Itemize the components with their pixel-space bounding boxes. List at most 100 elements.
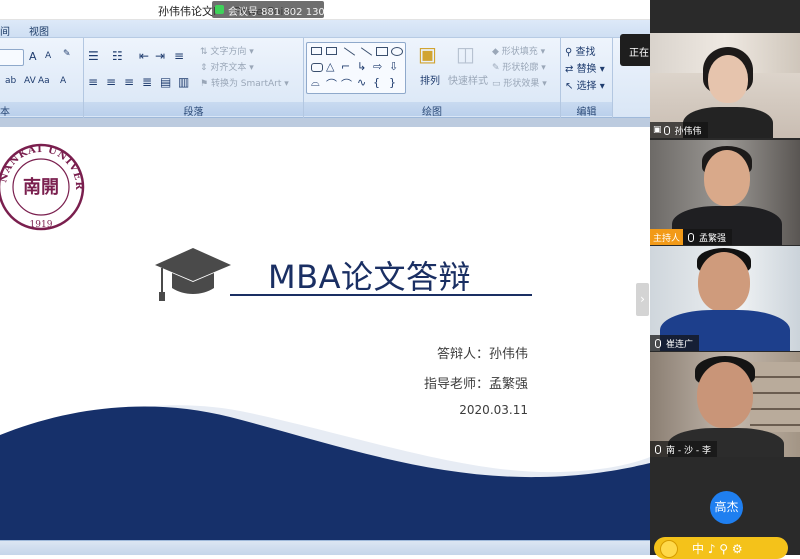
arrange-icon[interactable]: ▣ <box>418 42 437 66</box>
distribute-icon[interactable]: ▤ <box>160 75 171 89</box>
participant-face <box>698 252 750 312</box>
emoji-icon[interactable] <box>660 540 678 558</box>
clear-format-icon[interactable]: ✎ <box>63 49 71 59</box>
screen-share-icon: ▣ <box>653 125 662 135</box>
meeting-id-text: 会议号 881 802 130 <box>228 7 325 18</box>
graduation-cap-icon <box>155 248 231 301</box>
paragraph-group: ☰ ☷ ⇤ ⇥ ≡ ≡ ≡ ≡ ≣ ▤ ▥ ⇅ 文字方向 ▾ ⇕ 对齐文本 ▾ … <box>84 38 304 118</box>
select-button[interactable]: ↖ 选择 ▾ <box>565 77 605 92</box>
shape-fill-button[interactable]: ◆ 形状填充 ▾ <box>492 44 545 57</box>
line-shape-icon[interactable] <box>343 47 356 56</box>
reaction-icons[interactable]: 中 ♪ ⚲ ⚙ <box>692 542 743 556</box>
align-left-icon[interactable]: ≡ <box>88 75 98 89</box>
edit-group: ⚲ 查找 ⇄ 替换 ▾ ↖ 选择 ▾ 编辑 <box>561 38 613 118</box>
numbering-icon[interactable]: ☷ <box>112 49 123 63</box>
slide-title: MBA论文答辩 <box>268 258 471 296</box>
font-color-icon[interactable]: A <box>60 76 66 86</box>
shape-effects-button[interactable]: ▭ 形状效果 ▾ <box>492 76 547 89</box>
rectangle-shape-icon[interactable] <box>376 47 388 56</box>
slide-canvas[interactable]: NANKAI UNIVERSITY 南開 1919 MBA论文答辩 答辩人：孙伟… <box>0 127 650 540</box>
participant-name: 崔连广 <box>666 339 694 350</box>
change-case-icon[interactable]: Aa <box>38 76 50 86</box>
tab-view[interactable]: 视图 <box>29 23 49 38</box>
bullets-icon[interactable]: ☰ <box>88 49 99 63</box>
shape-outline-label: 形状轮廓 <box>502 63 539 73</box>
meeting-id-overlay[interactable]: 会议号 881 802 130 <box>212 1 325 18</box>
defense-date: 2020.03.11 <box>459 403 528 417</box>
rounded-rect-shape-icon[interactable] <box>311 63 323 72</box>
next-slide-button[interactable]: › <box>636 283 649 316</box>
participant-name: 南 - 沙 - 李 <box>666 445 711 456</box>
shape-fill-label: 形状填充 <box>501 47 538 57</box>
align-right-icon[interactable]: ≡ <box>124 75 134 89</box>
font-group-label: 本 <box>0 102 83 118</box>
tab-review[interactable]: 间 <box>0 23 10 38</box>
participant-nameplate: 崔连广 <box>650 335 700 351</box>
triangle-shape-icon[interactable]: △ <box>326 60 334 73</box>
quick-styles-icon[interactable]: ◫ <box>456 42 475 66</box>
shape-outline-button[interactable]: ✎ 形状轮廓 ▾ <box>492 60 546 73</box>
sharing-status-chip[interactable]: 正在 <box>620 34 650 66</box>
reaction-toolbar[interactable]: 中 ♪ ⚲ ⚙ <box>654 537 788 559</box>
right-arrow-shape-icon[interactable]: ⇨ <box>373 60 382 73</box>
participant-video-tile[interactable]: 南 - 沙 - 李 <box>650 352 800 457</box>
arrow-shape-icon[interactable] <box>360 47 373 56</box>
bookshelf <box>750 362 800 432</box>
title-underline <box>230 294 532 296</box>
participant-nameplate: 南 - 沙 - 李 <box>650 441 717 457</box>
participant-video-tile[interactable]: 主持人 孟繁强 <box>650 140 800 245</box>
arc-shape-icon[interactable]: ⌒ <box>341 76 352 92</box>
participant-video-tile[interactable]: 崔连广 <box>650 246 800 351</box>
slide-pane-border <box>0 118 650 127</box>
grow-font-icon[interactable]: A <box>29 50 37 63</box>
connector-shape-icon[interactable]: ↳ <box>357 60 366 73</box>
seal-center-text: 南開 <box>23 176 59 198</box>
participant-face <box>704 150 750 206</box>
wave-background <box>0 405 650 540</box>
font-size-select[interactable] <box>0 49 24 66</box>
freeform-shape-icon[interactable]: ⌓ <box>311 76 320 90</box>
align-text-button[interactable]: ⇕ 对齐文本 ▾ <box>200 60 254 73</box>
shapes-gallery[interactable]: △ ⌐ ↳ ⇨ ⇩ ⌓ ⌒ ⌒ ∿ { } <box>306 42 406 94</box>
vertical-textbox-shape-icon[interactable] <box>326 47 337 55</box>
find-button[interactable]: ⚲ 查找 <box>565 43 596 58</box>
char-spacing-icon[interactable]: AV <box>24 76 36 86</box>
strike-icon[interactable]: ab <box>5 76 16 86</box>
line-spacing-icon[interactable]: ≡ <box>174 49 184 63</box>
ribbon-tabs: 间 视图 <box>0 20 650 38</box>
microphone-icon <box>688 232 695 242</box>
participant-nameplate: ▣ 孙伟伟 <box>650 122 708 138</box>
decrease-indent-icon[interactable]: ⇤ <box>139 49 149 63</box>
participant-name: 孙伟伟 <box>674 126 702 137</box>
wave-shape-icon[interactable]: ∿ <box>357 76 366 89</box>
select-label: 选择 <box>576 81 597 92</box>
drawing-group: △ ⌐ ↳ ⇨ ⇩ ⌓ ⌒ ⌒ ∿ { } ▣ 排列 ◫ 快速样式 ◆ 形状填充… <box>304 38 561 118</box>
increase-indent-icon[interactable]: ⇥ <box>155 49 165 63</box>
text-direction-button[interactable]: ⇅ 文字方向 ▾ <box>200 44 254 57</box>
textbox-shape-icon[interactable] <box>311 47 322 55</box>
participant-face <box>708 55 748 103</box>
replace-button[interactable]: ⇄ 替换 ▾ <box>565 60 605 75</box>
curve-shape-icon[interactable]: ⌒ <box>326 76 337 92</box>
smartart-button[interactable]: ⚑ 转换为 SmartArt ▾ <box>200 76 289 89</box>
brace-right-shape-icon[interactable]: } <box>389 76 396 89</box>
arrange-button[interactable]: 排列 <box>420 72 440 87</box>
shrink-font-icon[interactable]: A <box>45 51 51 61</box>
defender-line: 答辩人：孙伟伟 <box>436 347 528 362</box>
shape-effects-label: 形状效果 <box>503 79 540 89</box>
edit-group-label: 编辑 <box>561 102 612 118</box>
oval-shape-icon[interactable] <box>391 47 403 56</box>
participant-avatar[interactable]: 高杰 <box>710 491 743 524</box>
align-center-icon[interactable]: ≡ <box>106 75 116 89</box>
brace-left-shape-icon[interactable]: { <box>373 76 380 89</box>
find-label: 查找 <box>575 47 596 58</box>
justify-icon[interactable]: ≣ <box>142 75 152 89</box>
columns-icon[interactable]: ▥ <box>178 75 189 89</box>
nankai-seal-logo: NANKAI UNIVERSITY 南開 1919 <box>0 135 85 231</box>
participant-video-tile[interactable]: ▣ 孙伟伟 <box>650 33 800 138</box>
down-arrow-shape-icon[interactable]: ⇩ <box>389 60 398 73</box>
participant-nameplate: 主持人 孟繁强 <box>650 228 733 245</box>
quick-styles-button[interactable]: 快速样式 <box>448 72 488 87</box>
elbow-shape-icon[interactable]: ⌐ <box>341 60 350 73</box>
drawing-group-label: 绘图 <box>304 102 560 118</box>
